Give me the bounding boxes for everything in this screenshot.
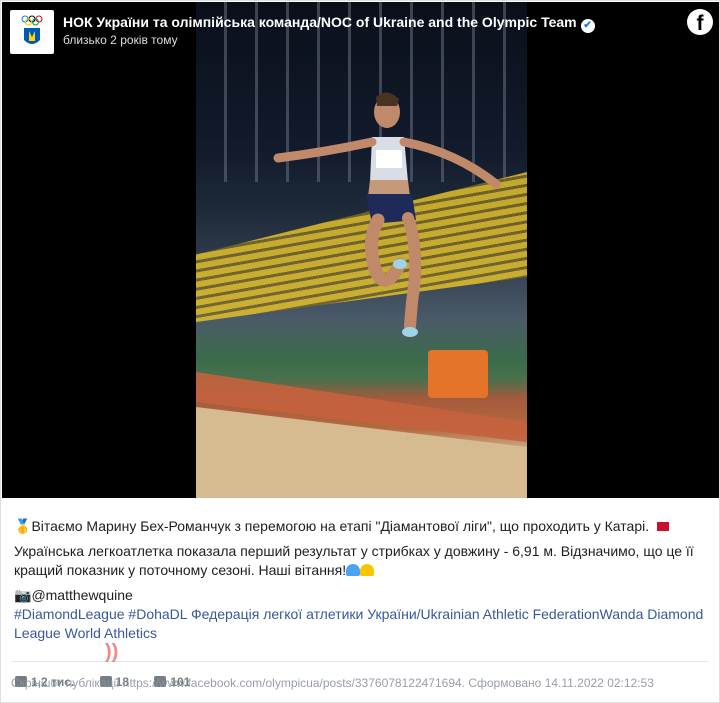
post-footer: 1,2 тис. 18 101 Скріншот публікації http…	[11, 675, 715, 694]
post-header: НОК України та олімпійська команда/NOC o…	[1, 1, 719, 61]
sound-icon: ))	[105, 641, 119, 663]
screenshot-caption: Скріншот публікації https://www.facebook…	[11, 676, 654, 690]
athlete-photo	[196, 2, 527, 498]
yellow-heart-icon	[360, 564, 375, 576]
post-hashtags[interactable]: #DiamondLeague #DohaDL Федерація легкої …	[14, 605, 712, 643]
flag-icon	[657, 522, 670, 531]
athlete-figure	[196, 92, 527, 498]
post-card: НОК України та олімпійська команда/NOC o…	[0, 0, 720, 703]
medal-icon: 🥇	[14, 518, 32, 534]
verified-icon: ✔	[580, 19, 595, 33]
page-name[interactable]: НОК України та олімпійська команда/NOC o…	[63, 14, 577, 30]
blue-heart-icon	[346, 564, 361, 576]
olympic-logo-icon[interactable]	[10, 10, 54, 54]
post-timestamp[interactable]: близько 2 років тому	[63, 33, 178, 47]
page-name-link[interactable]: НОК України та олімпійська команда/NOC o…	[63, 14, 595, 33]
post-text-congrats: Вітаємо Марину Бех-Романчук з перемогою …	[31, 518, 650, 534]
photo-credit[interactable]: @matthewquine	[31, 587, 132, 603]
post-line-photo-credit: 📷@matthewquine	[14, 586, 714, 605]
camera-icon: 📷	[14, 587, 32, 603]
post-line-congrats: 🥇Вітаємо Марину Бех-Романчук з перемогою…	[14, 517, 714, 536]
post-photo[interactable]	[2, 2, 719, 498]
facebook-icon[interactable]: f	[687, 9, 713, 35]
post-line-result: Українська легкоатлетка показала перший …	[14, 542, 714, 580]
